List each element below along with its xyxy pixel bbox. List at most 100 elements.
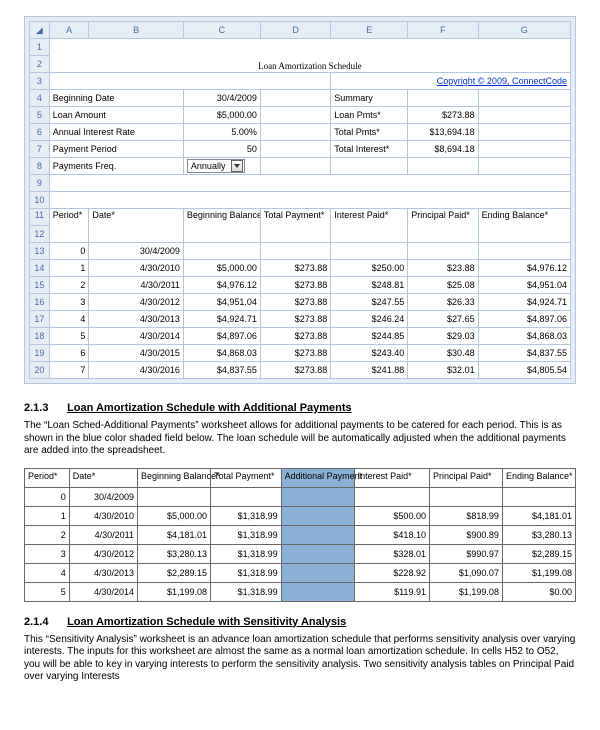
col-label: Total Payment* <box>211 468 282 487</box>
col-label: Beginning Balance* <box>138 468 211 487</box>
row-header[interactable]: 10 <box>30 192 50 209</box>
cell-additional <box>281 544 354 563</box>
corner-cell[interactable]: ◢ <box>30 22 50 39</box>
row-header[interactable]: 17 <box>30 311 50 328</box>
cell: $418.10 <box>354 525 429 544</box>
label: Loan Amount <box>49 107 183 124</box>
row-header[interactable]: 3 <box>30 73 50 90</box>
cell: 4/30/2014 <box>69 582 137 601</box>
col-header[interactable]: C <box>183 22 260 39</box>
table-row: 030/4/2009 <box>25 487 576 506</box>
cell: 2 <box>25 525 70 544</box>
row-header[interactable]: 14 <box>30 260 50 277</box>
sched-row: 1524/30/2011$4,976.12$273.88$248.81$25.0… <box>30 277 571 294</box>
label: Payments Freq. <box>49 158 183 175</box>
col-label: Total Payment* <box>260 209 330 243</box>
row-header[interactable]: 2 <box>30 56 50 73</box>
copyright-link[interactable]: Copyright © 2009, ConnectCode <box>331 73 571 90</box>
cell: 4/30/2013 <box>69 563 137 582</box>
label: Payment Period <box>49 141 183 158</box>
col-label: Date* <box>89 209 184 243</box>
cell-additional <box>281 506 354 525</box>
table-row: 44/30/2013$2,289.15$1,318.99$228.92$1,09… <box>25 563 576 582</box>
col-header[interactable]: A <box>49 22 89 39</box>
section-title: Loan Amortization Schedule with Addition… <box>67 402 352 414</box>
label: Total Interest* <box>331 141 408 158</box>
col-label: Date* <box>69 468 137 487</box>
table-row: 24/30/2011$4,181.01$1,318.99$418.10$900.… <box>25 525 576 544</box>
row-header[interactable]: 18 <box>30 328 50 345</box>
cell: 5 <box>25 582 70 601</box>
cell: $1,318.99 <box>211 582 282 601</box>
row-header[interactable]: 20 <box>30 362 50 379</box>
value[interactable]: 30/4/2009 <box>183 90 260 107</box>
value[interactable]: 5.00% <box>183 124 260 141</box>
spreadsheet: ◢ A B C D E F G 1 Loan Amortization Sche… <box>29 21 571 379</box>
col-header[interactable]: D <box>260 22 330 39</box>
cell: $1,199.08 <box>502 563 575 582</box>
cell <box>429 487 502 506</box>
row-header[interactable]: 8 <box>30 158 50 175</box>
sched-row: 1414/30/2010$5,000.00$273.88$250.00$23.8… <box>30 260 571 277</box>
row-header[interactable]: 13 <box>30 243 50 260</box>
row-header[interactable]: 12 <box>30 226 50 243</box>
sched-row: 2074/30/2016$4,837.55$273.88$241.88$32.0… <box>30 362 571 379</box>
cell: 0 <box>25 487 70 506</box>
cell: 3 <box>25 544 70 563</box>
cell: $1,318.99 <box>211 544 282 563</box>
col-label: Period* <box>25 468 70 487</box>
col-header-row: ◢ A B C D E F G <box>30 22 571 39</box>
cell: $2,289.15 <box>502 544 575 563</box>
row-header[interactable]: 7 <box>30 141 50 158</box>
cell-additional <box>281 525 354 544</box>
row-header[interactable]: 1 <box>30 39 50 56</box>
sched-row: 1634/30/2012$4,951.04$273.88$247.55$26.3… <box>30 294 571 311</box>
freq-dropdown[interactable]: Annually <box>187 159 246 173</box>
section-213-body: The “Loan Sched-Additional Payments” wor… <box>24 420 576 458</box>
col-label: Ending Balance* <box>478 209 570 243</box>
chevron-down-icon[interactable] <box>231 160 243 172</box>
label: Loan Pmts* <box>331 107 408 124</box>
col-label: Interest Paid* <box>331 209 408 243</box>
row-header[interactable]: 15 <box>30 277 50 294</box>
cell <box>211 487 282 506</box>
label: Annual Interest Rate <box>49 124 183 141</box>
section-title: Loan Amortization Schedule with Sensitiv… <box>67 616 346 628</box>
cell: $119.91 <box>354 582 429 601</box>
row-header[interactable]: 4 <box>30 90 50 107</box>
col-label: Principal Paid* <box>408 209 478 243</box>
dropdown-value: Annually <box>189 161 232 171</box>
cell: $4,181.01 <box>138 525 211 544</box>
value[interactable]: 50 <box>183 141 260 158</box>
col-label: Ending Balance* <box>502 468 575 487</box>
cell-additional <box>281 582 354 601</box>
section-number: 2.1.4 <box>24 616 64 628</box>
table-row: 34/30/2012$3,280.13$1,318.99$328.01$990.… <box>25 544 576 563</box>
cell <box>138 487 211 506</box>
col-label: Interest Paid* <box>354 468 429 487</box>
col-label-additional: Additional Payment <box>281 468 354 487</box>
cell: $500.00 <box>354 506 429 525</box>
row-header[interactable]: 5 <box>30 107 50 124</box>
col-header[interactable]: F <box>408 22 478 39</box>
row-header[interactable]: 11 <box>30 209 50 226</box>
value[interactable]: $5,000.00 <box>183 107 260 124</box>
col-header[interactable]: G <box>478 22 570 39</box>
row-header[interactable]: 6 <box>30 124 50 141</box>
cell: 4/30/2012 <box>69 544 137 563</box>
row-header[interactable]: 16 <box>30 294 50 311</box>
section-213-heading: 2.1.3 Loan Amortization Schedule with Ad… <box>24 402 576 414</box>
sched-row: 13030/4/2009 <box>30 243 571 260</box>
col-label: Period* <box>49 209 89 243</box>
row-header[interactable]: 9 <box>30 175 50 192</box>
cell-additional <box>281 487 354 506</box>
cell: $328.01 <box>354 544 429 563</box>
additional-payments-table: Period* Date* Beginning Balance* Total P… <box>24 468 576 602</box>
value: $273.88 <box>408 107 478 124</box>
row-header[interactable]: 19 <box>30 345 50 362</box>
sched-row: 1964/30/2015$4,868.03$273.88$243.40$30.4… <box>30 345 571 362</box>
col-header[interactable]: B <box>89 22 184 39</box>
col-header[interactable]: E <box>331 22 408 39</box>
section-214-body: This “Sensitivity Analysis” worksheet is… <box>24 634 576 684</box>
cell: $3,280.13 <box>502 525 575 544</box>
